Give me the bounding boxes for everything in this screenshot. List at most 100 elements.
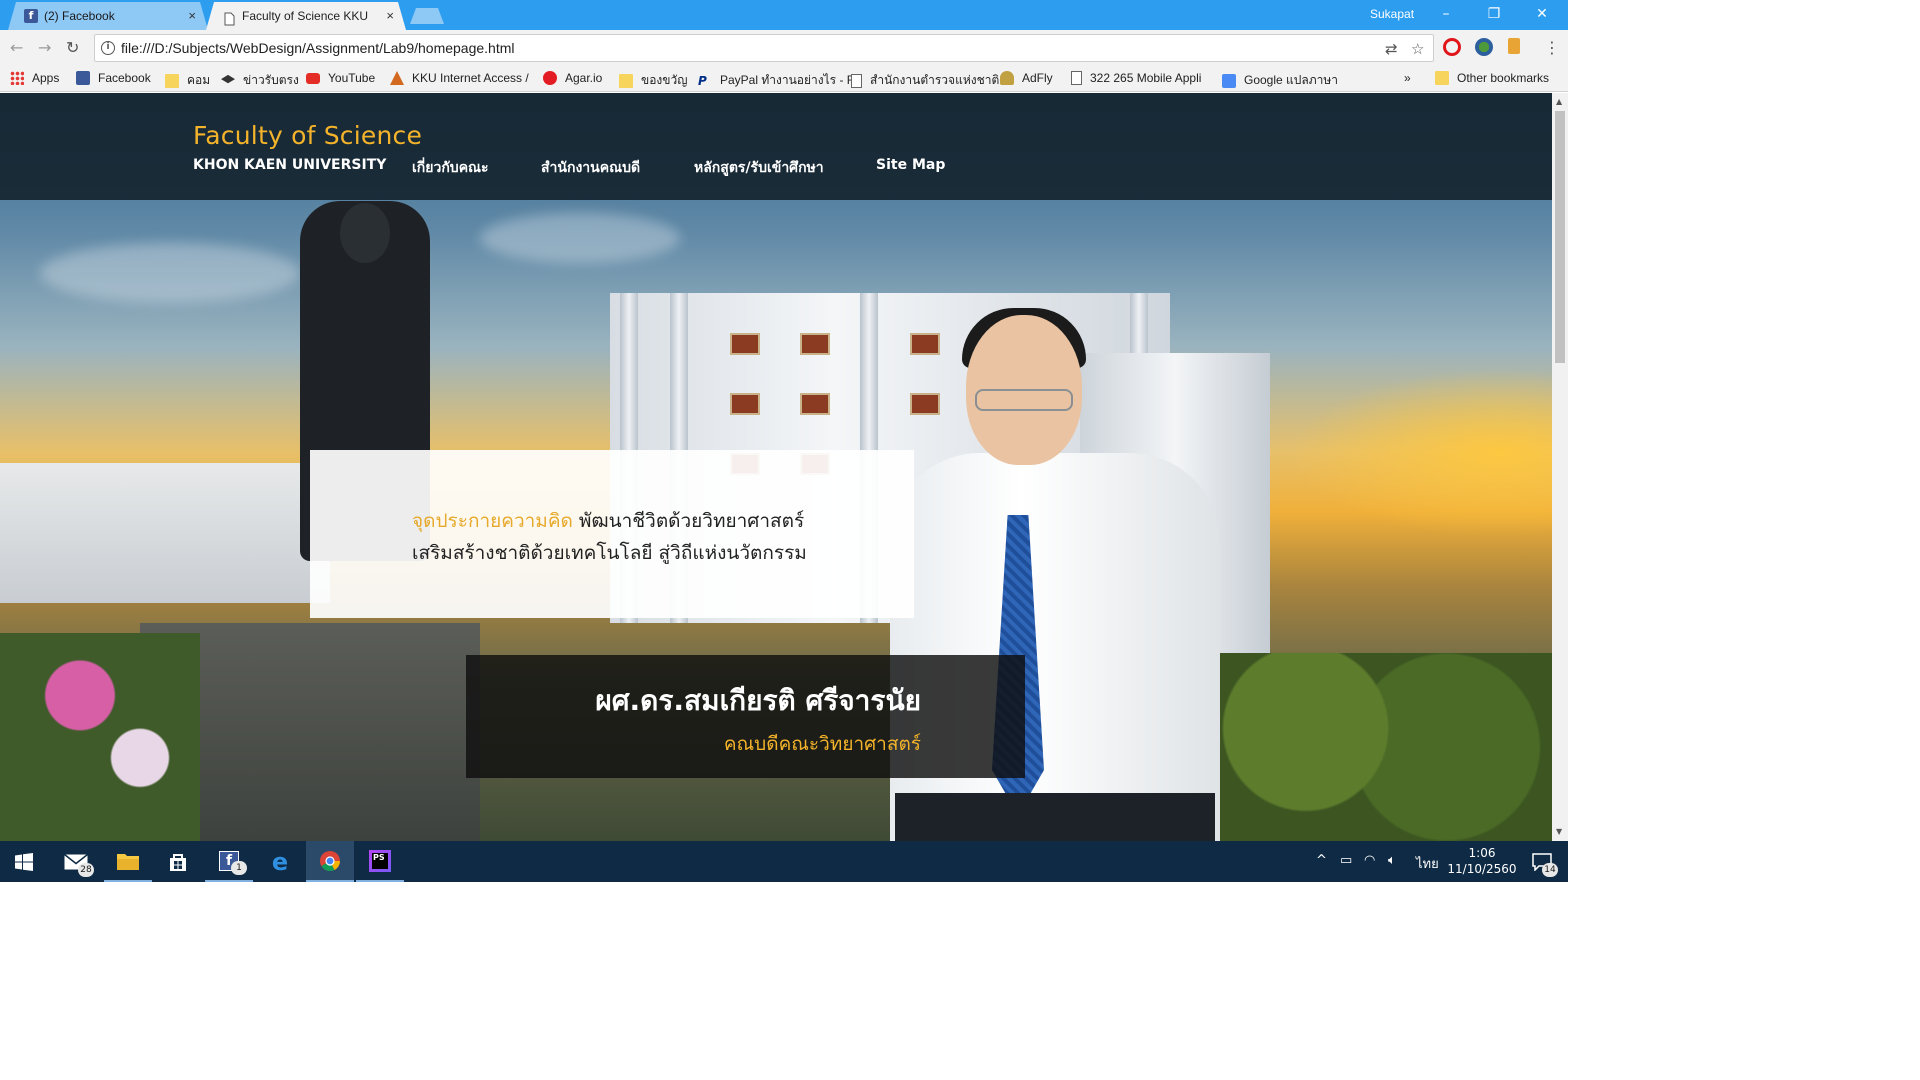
nav-curriculum[interactable]: หลักสูตร/รับเข้าศึกษา <box>694 157 824 179</box>
extension-icon[interactable] <box>1508 38 1520 54</box>
bookmark-police[interactable]: สำนักงานตำรวจแห่งชาติ <box>851 71 999 90</box>
windows-logo-icon <box>15 852 33 871</box>
bookmark-label: Apps <box>32 71 60 85</box>
action-center-button[interactable]: 14 <box>1520 841 1564 882</box>
mail-badge: 28 <box>78 863 94 877</box>
system-clock[interactable]: 1:06 11/10/2560 <box>1444 845 1520 877</box>
menu-icon[interactable]: ⋮ <box>1544 38 1560 57</box>
nav-site-map[interactable]: Site Map <box>876 157 945 173</box>
opera-icon[interactable] <box>1443 38 1461 56</box>
minimize-button[interactable]: – <box>1426 3 1466 25</box>
start-button[interactable] <box>0 841 48 882</box>
taskbar-phpstorm[interactable]: PS <box>356 841 404 882</box>
more-bookmarks-button[interactable]: » <box>1404 71 1411 85</box>
bookmark-mobile-app[interactable]: 322 265 Mobile Appli <box>1071 71 1201 85</box>
bookmark-kku-internet[interactable]: KKU Internet Access / <box>390 71 529 85</box>
folder-icon <box>619 73 633 88</box>
other-bookmarks[interactable]: Other bookmarks <box>1435 71 1549 85</box>
facebook-icon: f <box>24 9 38 23</box>
windows-taskbar: 28 f 1 e PS ^ ▭ ◠ 🔈︎ ไทย 1:06 11/10/2560… <box>0 841 1568 882</box>
site-logo-title[interactable]: Faculty of Science <box>193 121 422 150</box>
page-icon <box>222 9 236 26</box>
wifi-icon[interactable]: ◠ <box>1364 853 1375 868</box>
scroll-up-arrow-icon[interactable]: ▲ <box>1556 97 1562 106</box>
site-header: Faculty of Science KHON KAEN UNIVERSITY … <box>0 93 1552 200</box>
bookmark-youtube[interactable]: YouTube <box>306 71 375 85</box>
speaker-icon[interactable]: 🔈︎ <box>1388 853 1396 868</box>
slogan-line-2: เสริมสร้างชาติด้วยเทคโนโลยี สู่วิถีแห่งน… <box>412 542 807 564</box>
slogan-line-1: จุดประกายความคิด พัฒนาชีวิตด้วยวิทยาศาสต… <box>412 506 804 536</box>
clock-time: 1:06 <box>1468 846 1496 860</box>
slogan-text: พัฒนาชีวิตด้วยวิทยาศาสตร์ <box>572 510 805 532</box>
bookmark-apps[interactable]: Apps <box>10 71 59 85</box>
bookmark-admission-news[interactable]: ข่าวรับตรง <box>221 71 299 90</box>
apps-grid-icon <box>10 71 24 85</box>
nav-about[interactable]: เกี่ยวกับคณะ <box>412 157 489 179</box>
page-scrollbar[interactable]: ▲ ▼ <box>1552 93 1568 841</box>
restore-button[interactable]: ❐ <box>1474 3 1514 25</box>
bookmark-folder-com[interactable]: คอม <box>165 71 210 90</box>
edge-icon: e <box>271 847 289 876</box>
bookmark-label: คอม <box>187 73 211 87</box>
bookmark-label: KKU Internet Access / <box>412 71 529 85</box>
taskbar-chrome[interactable] <box>306 841 354 882</box>
bookmark-adfly[interactable]: AdFly <box>1000 71 1053 85</box>
bookmarks-bar: Apps Facebook คอม ข่าวรับตรง YouTube KKU… <box>0 66 1568 92</box>
info-icon[interactable]: i <box>101 41 115 55</box>
folder-icon <box>165 73 179 88</box>
store-icon <box>170 853 186 871</box>
scrollbar-thumb[interactable] <box>1555 111 1565 363</box>
bookmark-label: สำนักงานตำรวจแห่งชาติ <box>870 73 1000 87</box>
reload-icon[interactable]: ↻ <box>66 38 79 57</box>
profile-name[interactable]: Sukapat <box>1370 7 1414 21</box>
bookmark-label: Facebook <box>98 71 151 85</box>
close-icon[interactable]: × <box>386 3 394 29</box>
taskbar-file-explorer[interactable] <box>104 841 152 882</box>
chrome-icon <box>320 850 341 871</box>
clock-date: 11/10/2560 <box>1447 862 1517 876</box>
url-input[interactable] <box>121 38 1361 58</box>
taskbar-edge[interactable]: e <box>256 841 304 882</box>
translate-icon[interactable]: ⇄ <box>1385 40 1398 58</box>
bookmark-label: Google แปลภาษา <box>1244 73 1339 87</box>
site-logo-subtitle[interactable]: KHON KAEN UNIVERSITY <box>193 157 386 173</box>
bookmark-paypal[interactable]: P PayPal ทำงานอย่างไร - F <box>698 71 854 90</box>
address-bar[interactable]: i ⇄ ☆ <box>94 34 1434 62</box>
scroll-down-arrow-icon[interactable]: ▼ <box>1556 827 1562 836</box>
battery-icon[interactable]: ▭ <box>1340 853 1352 868</box>
tab-faculty-of-science[interactable]: Faculty of Science KKU × <box>206 2 406 30</box>
page-icon <box>851 73 862 88</box>
bookmark-google-translate[interactable]: Google แปลภาษา <box>1222 71 1338 90</box>
agar-icon <box>543 71 557 85</box>
dean-name: ผศ.ดร.สมเกียรติ ศรีจารนัย <box>595 684 921 717</box>
page-icon <box>1071 71 1082 85</box>
input-language[interactable]: ไทย <box>1416 853 1439 874</box>
bookmark-label: YouTube <box>328 71 376 85</box>
dean-photo <box>890 453 1220 841</box>
browser-toolbar: ← → ↻ i ⇄ ☆ ⋮ <box>0 30 1568 66</box>
bookmark-agario[interactable]: Agar.io <box>543 71 602 85</box>
close-window-button[interactable]: ✕ <box>1522 3 1562 25</box>
youtube-icon <box>306 72 320 84</box>
star-icon[interactable]: ☆ <box>1411 40 1424 58</box>
tab-facebook[interactable]: f (2) Facebook × <box>8 2 208 30</box>
nav-dean-office[interactable]: สำนักงานคณบดี <box>541 157 640 179</box>
phpstorm-icon: PS <box>369 849 391 872</box>
close-icon[interactable]: × <box>188 3 196 29</box>
forward-icon[interactable]: → <box>38 38 51 57</box>
bookmark-facebook[interactable]: Facebook <box>76 71 151 85</box>
taskbar-store[interactable] <box>154 841 202 882</box>
graduation-cap-icon <box>221 74 235 84</box>
bookmark-label: ข่าวรับตรง <box>243 73 299 87</box>
globe-extension-icon[interactable] <box>1475 38 1493 56</box>
chevron-up-icon[interactable]: ^ <box>1316 853 1327 868</box>
taskbar-mail[interactable]: 28 <box>52 841 100 882</box>
adfly-icon <box>1000 71 1014 85</box>
paypal-icon: P <box>698 73 707 88</box>
facebook-badge: 1 <box>231 861 247 875</box>
back-icon[interactable]: ← <box>10 38 23 57</box>
bookmark-label: ของขวัญ <box>641 73 688 87</box>
bookmark-folder-gifts[interactable]: ของขวัญ <box>619 71 687 90</box>
taskbar-facebook[interactable]: f 1 <box>205 841 253 882</box>
new-tab-button[interactable] <box>410 8 444 24</box>
